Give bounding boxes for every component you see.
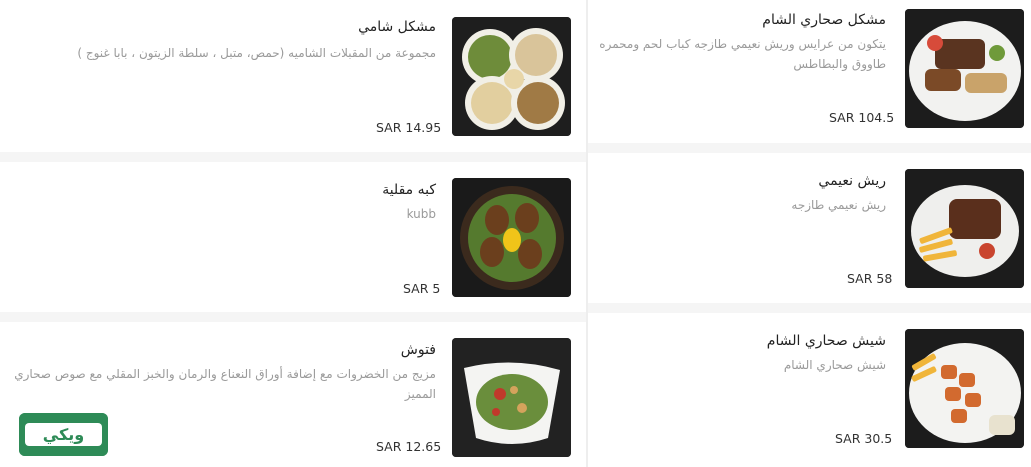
item-description: مزيج من الخضروات مع إضافة أوراق النعناع … xyxy=(14,367,436,401)
menu-item-card[interactable]: مشكل شامي مجموعة من المقبلات الشاميه (حم… xyxy=(0,0,586,152)
item-name: فتوش xyxy=(400,342,436,358)
food-image-lamb-ribs[interactable] xyxy=(905,169,1024,288)
item-price: SAR 14.95 xyxy=(376,120,442,135)
item-name: كبه مقلية xyxy=(382,182,436,198)
item-name: ريش نعيمي xyxy=(818,173,886,189)
item-description: شيش صحاري الشام xyxy=(783,358,886,372)
item-price: SAR 58 xyxy=(847,271,893,286)
menu-item-card[interactable]: شيش صحاري الشام شيش صحاري الشام SAR 30.5 xyxy=(588,313,1031,467)
menu-item-card[interactable]: مشكل صحاري الشام يتكون من عرايس وريش نعي… xyxy=(588,0,1031,143)
item-price: SAR 12.65 xyxy=(376,439,442,454)
item-price: SAR 30.5 xyxy=(835,431,893,446)
item-name: مشكل شامي xyxy=(358,19,436,35)
menu-item-card[interactable]: كبه مقلية kubb SAR 5 xyxy=(0,162,586,312)
watermark-logo: ويكي xyxy=(19,413,108,456)
item-description: يتكون من عرايس وريش نعيمي طازجه كباب لحم… xyxy=(599,37,886,71)
item-price: SAR 5 xyxy=(403,281,441,296)
item-name: شيش صحاري الشام xyxy=(766,333,886,349)
item-description: ريش نعيمي طازجه xyxy=(791,198,886,212)
item-price: SAR 104.5 xyxy=(829,110,895,125)
item-name: مشكل صحاري الشام xyxy=(762,12,886,28)
food-image-fried-kibbeh[interactable] xyxy=(452,178,571,297)
food-image-mixed-appetizers[interactable] xyxy=(452,17,571,136)
food-image-mixed-grill[interactable] xyxy=(905,9,1024,128)
item-description: مجموعة من المقبلات الشاميه (حمص، متبل ، … xyxy=(77,46,436,60)
item-description: kubb xyxy=(406,207,436,221)
food-image-fattoush[interactable] xyxy=(452,338,571,457)
menu-item-card[interactable]: ريش نعيمي ريش نعيمي طازجه SAR 58 xyxy=(588,153,1031,303)
food-image-shish-tawook[interactable] xyxy=(905,329,1024,448)
svg-text:ويكي: ويكي xyxy=(43,425,84,445)
